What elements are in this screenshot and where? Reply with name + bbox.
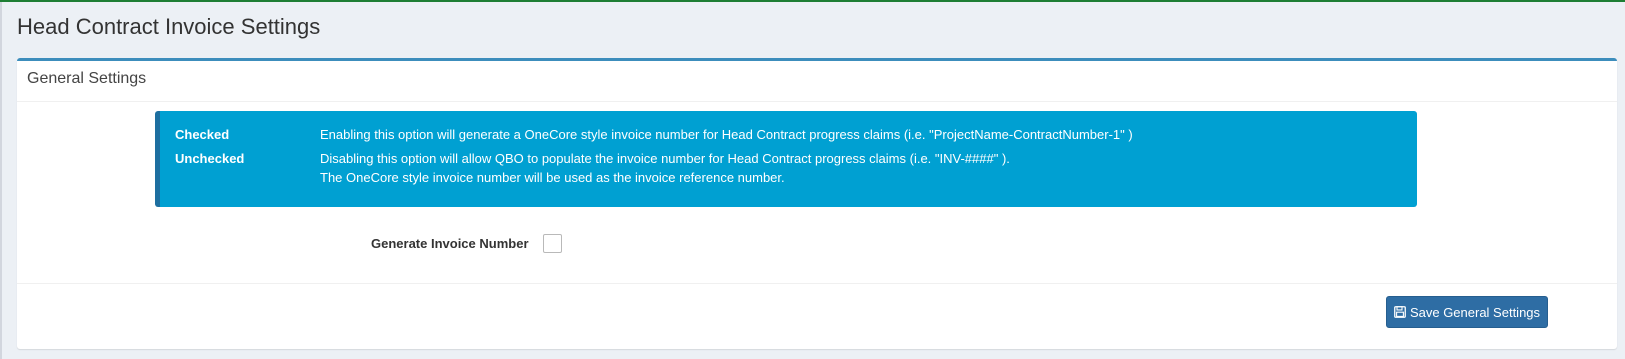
callout-checked-label: Checked [175, 127, 230, 142]
generate-invoice-number-checkbox[interactable] [543, 234, 562, 253]
page-title: Head Contract Invoice Settings [17, 14, 321, 39]
generate-invoice-number-label: Generate Invoice Number [371, 236, 529, 251]
left-edge [0, 2, 2, 359]
info-callout: Checked Enabling this option will genera… [155, 111, 1417, 207]
callout-checked-text: Enabling this option will generate a One… [320, 127, 1133, 142]
panel-footer: Save General Settings [17, 283, 1617, 350]
top-accent-bar [0, 0, 1625, 2]
panel-title: General Settings [27, 70, 147, 87]
save-button-label: Save General Settings [1409, 304, 1541, 320]
save-general-settings-button[interactable]: Save General Settings [1386, 296, 1548, 328]
callout-unchecked-label: Unchecked [175, 151, 245, 166]
floppy-disk-icon [1394, 306, 1406, 318]
callout-unchecked-note: The OneCore style invoice number will be… [320, 170, 785, 185]
panel-header: General Settings [17, 61, 1617, 102]
general-settings-panel: General Settings Checked Enabling this o… [17, 58, 1617, 349]
right-edge [1619, 58, 1625, 348]
callout-unchecked-text: Disabling this option will allow QBO to … [320, 151, 1010, 166]
